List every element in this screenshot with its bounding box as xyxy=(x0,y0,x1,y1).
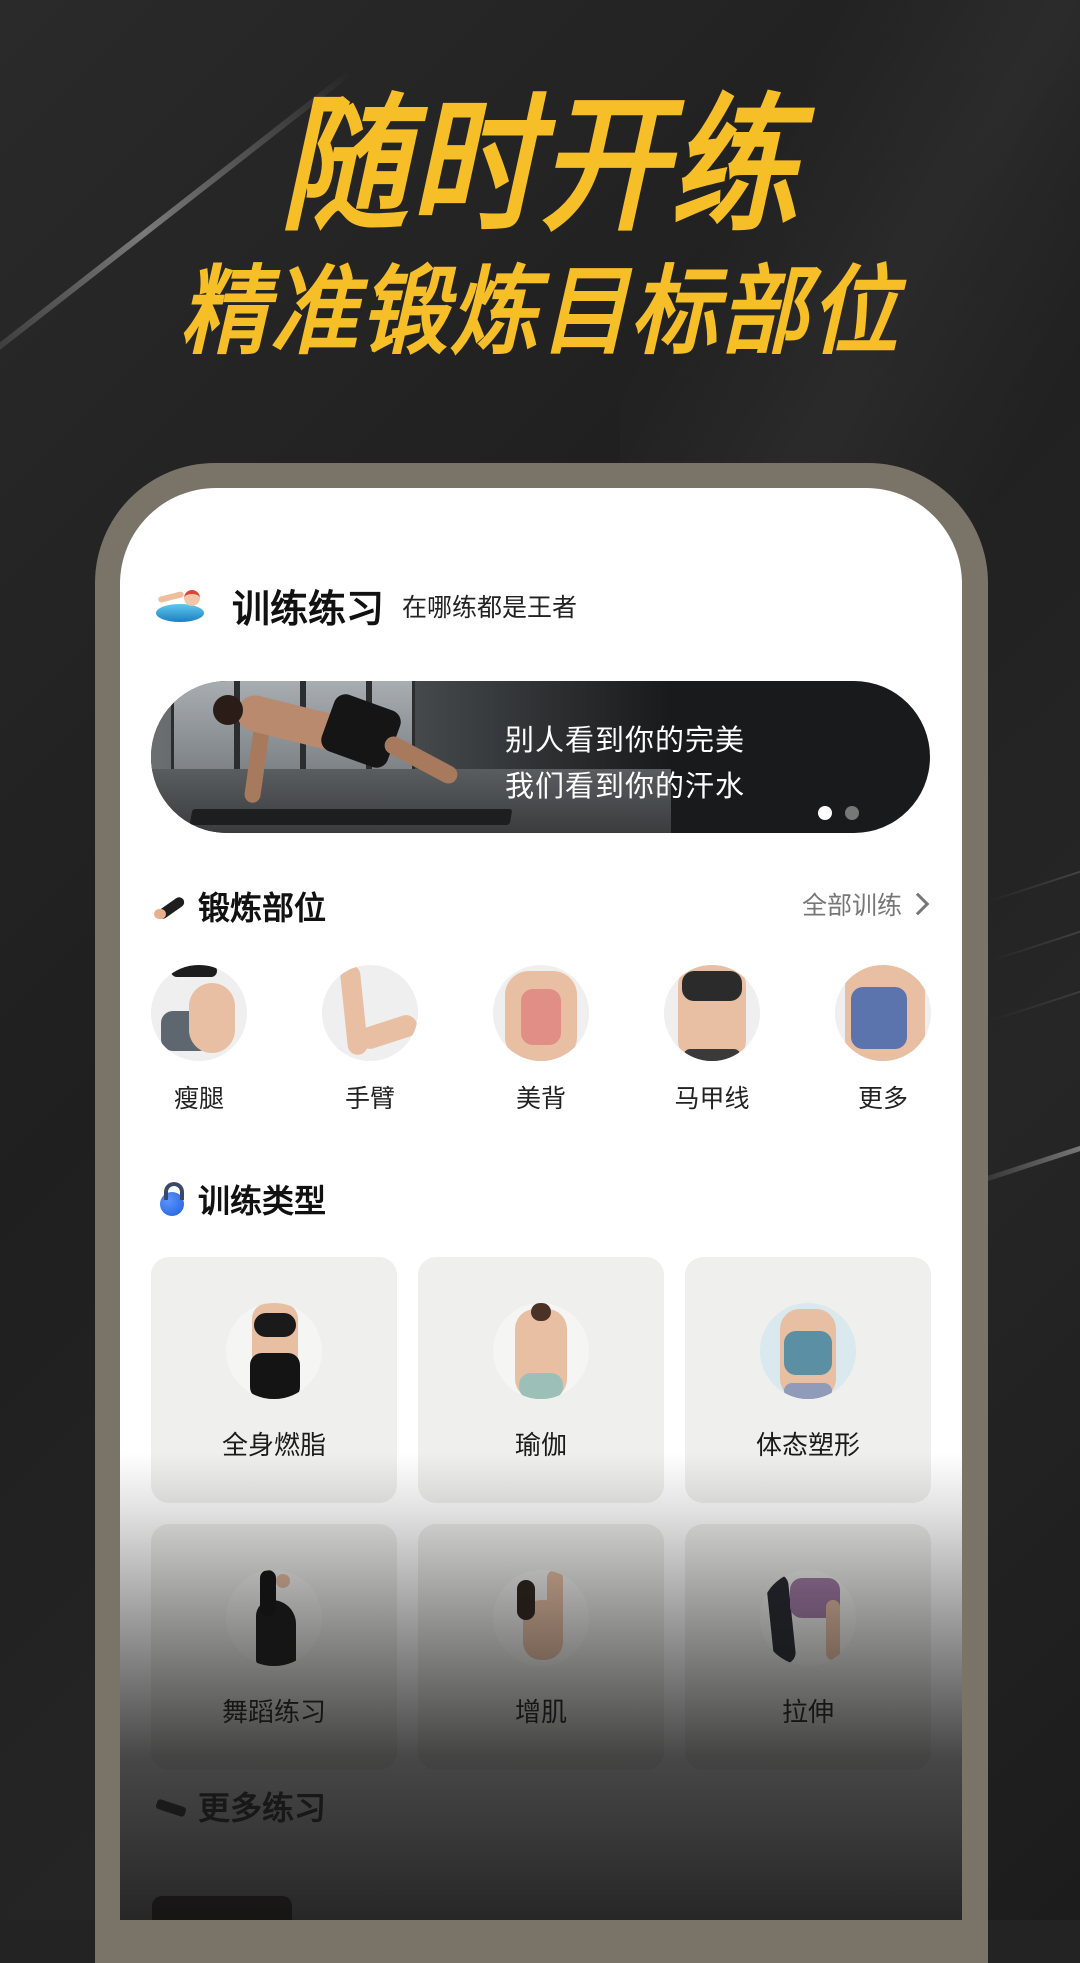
carousel-indicator xyxy=(818,806,859,820)
carousel-dot[interactable] xyxy=(845,806,859,820)
flexed-arm-icon xyxy=(154,889,188,923)
body-part-label: 美背 xyxy=(515,1084,566,1113)
section-title: 训练类型 xyxy=(198,1182,327,1220)
kettlebell-icon xyxy=(154,1182,188,1216)
training-type-label: 拉伸 xyxy=(781,1698,834,1728)
promo-subheadline: 精准锻炼目标部位 xyxy=(179,254,900,369)
light-streak xyxy=(989,898,1080,962)
app-screen: 训练练习 在哪练都是王者 别人看到你的完美 我们看到你的汗水 锻炼部位 全部训练… xyxy=(120,488,962,1920)
light-streak xyxy=(989,958,1080,1022)
section-header-more-practice: 更多练习 xyxy=(154,1783,326,1829)
section-title: 锻炼部位 xyxy=(198,889,327,927)
see-all-training-link[interactable]: 全部训练 xyxy=(802,886,930,922)
training-type-card[interactable]: 全身燃脂 xyxy=(151,1257,397,1503)
training-type-card[interactable]: 拉伸 xyxy=(685,1524,931,1770)
training-type-card[interactable]: 体态塑形 xyxy=(685,1257,931,1503)
training-type-label: 舞蹈练习 xyxy=(221,1698,326,1728)
training-type-label: 全身燃脂 xyxy=(221,1431,326,1461)
exercise-block-icon xyxy=(154,1789,188,1823)
body-part-label: 马甲线 xyxy=(674,1084,750,1113)
training-type-thumbnail xyxy=(760,1570,856,1666)
body-part-item[interactable]: 马甲线 xyxy=(664,965,760,1115)
training-type-label: 体态塑形 xyxy=(755,1431,860,1461)
page-tagline: 在哪练都是王者 xyxy=(402,592,578,622)
training-type-label: 增肌 xyxy=(514,1698,567,1728)
training-type-card[interactable]: 增肌 xyxy=(418,1524,664,1770)
training-type-thumbnail xyxy=(226,1303,322,1399)
carousel-dot-active[interactable] xyxy=(818,806,832,820)
banner-line-2: 我们看到你的汗水 xyxy=(505,769,746,803)
training-type-card[interactable]: 舞蹈练习 xyxy=(151,1524,397,1770)
body-part-list: 瘦腿 手臂 美背 马甲线 更多 xyxy=(151,965,931,1115)
see-all-label: 全部训练 xyxy=(801,891,902,920)
more-practice-thumbnail[interactable] xyxy=(152,1896,292,1920)
section-header-training-types: 训练类型 xyxy=(154,1176,326,1222)
page-title: 训练练习 xyxy=(232,587,385,631)
body-part-thumbnail xyxy=(322,965,418,1061)
banner-caption: 别人看到你的完美 我们看到你的汗水 xyxy=(505,717,745,809)
body-part-thumbnail xyxy=(835,965,931,1061)
body-part-thumbnail xyxy=(151,965,247,1061)
body-part-item[interactable]: 美背 xyxy=(493,965,589,1115)
body-part-label: 更多 xyxy=(857,1084,908,1113)
training-type-thumbnail xyxy=(226,1570,322,1666)
promo-headline: 随时开练 xyxy=(279,80,800,253)
light-streak xyxy=(989,838,1080,902)
training-type-label: 瑜伽 xyxy=(514,1431,567,1461)
training-type-thumbnail xyxy=(493,1303,589,1399)
body-part-label: 瘦腿 xyxy=(173,1084,224,1113)
training-type-thumbnail xyxy=(760,1303,856,1399)
section-title: 更多练习 xyxy=(198,1789,327,1827)
section-header-body-parts: 锻炼部位 xyxy=(154,883,326,929)
body-part-label: 手臂 xyxy=(344,1084,395,1113)
training-type-card[interactable]: 瑜伽 xyxy=(418,1257,664,1503)
chevron-right-icon xyxy=(906,892,930,916)
promo-banner-carousel[interactable]: 别人看到你的完美 我们看到你的汗水 xyxy=(151,681,930,833)
body-part-thumbnail xyxy=(493,965,589,1061)
body-part-item[interactable]: 瘦腿 xyxy=(151,965,247,1115)
training-type-grid: 全身燃脂 瑜伽 体态塑形 舞蹈练习 增肌 拉伸 xyxy=(151,1257,931,1770)
body-part-item[interactable]: 更多 xyxy=(835,965,931,1115)
swimmer-icon xyxy=(154,586,206,626)
training-type-thumbnail xyxy=(493,1570,589,1666)
page-header: 训练练习 在哪练都是王者 xyxy=(154,578,577,633)
body-part-thumbnail xyxy=(664,965,760,1061)
banner-line-1: 别人看到你的完美 xyxy=(505,723,746,757)
body-part-item[interactable]: 手臂 xyxy=(322,965,418,1115)
